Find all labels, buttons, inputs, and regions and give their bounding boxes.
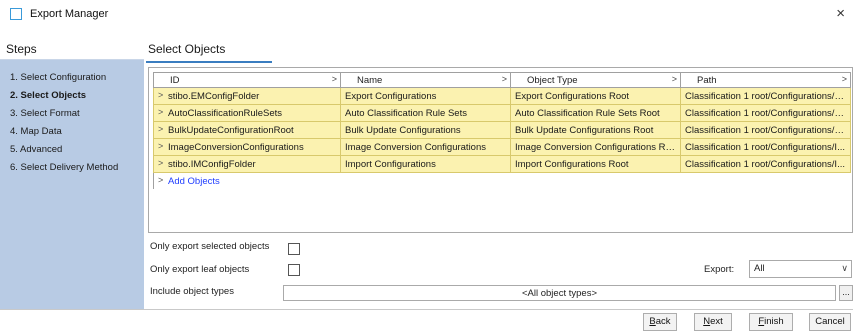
table-header-row: ID > Name > Object Type > Path > bbox=[153, 72, 851, 88]
cell-path: Classification 1 root/Configurations/I..… bbox=[680, 138, 851, 156]
column-header-path-label: Path bbox=[697, 74, 717, 86]
cell-object-type: Auto Classification Rule Sets Root bbox=[510, 104, 681, 122]
objects-table-panel: ID > Name > Object Type > Path > > stibo.EMCo… bbox=[148, 67, 853, 233]
expand-icon[interactable]: > bbox=[158, 107, 163, 117]
cell-id: > stibo.IMConfigFolder bbox=[153, 155, 341, 173]
step-map-data[interactable]: 4. Map Data bbox=[10, 126, 62, 137]
back-label: ack bbox=[655, 316, 671, 327]
footer-divider bbox=[0, 309, 853, 310]
cell-object-type: Image Conversion Configurations Root bbox=[510, 138, 681, 156]
column-header-name[interactable]: Name > bbox=[340, 72, 511, 88]
export-select[interactable]: All ∨ bbox=[749, 260, 852, 278]
column-header-id[interactable]: ID > bbox=[153, 72, 341, 88]
cell-id-text: AutoClassificationRuleSets bbox=[168, 107, 283, 119]
step-select-format[interactable]: 3. Select Format bbox=[10, 108, 80, 119]
cell-object-type: Bulk Update Configurations Root bbox=[510, 121, 681, 139]
close-icon[interactable]: × bbox=[836, 5, 845, 22]
cell-id: > AutoClassificationRuleSets bbox=[153, 104, 341, 122]
cell-id: > ImageConversionConfigurations bbox=[153, 138, 341, 156]
column-header-id-label: ID bbox=[170, 74, 180, 86]
back-button[interactable]: Back bbox=[643, 313, 677, 331]
column-sort-icon: > bbox=[671, 74, 677, 84]
finish-label: inish bbox=[764, 316, 784, 327]
finish-button[interactable]: Finish bbox=[749, 313, 793, 331]
expand-icon[interactable]: > bbox=[158, 124, 163, 134]
step-advanced[interactable]: 5. Advanced bbox=[10, 144, 62, 155]
column-sort-icon: > bbox=[331, 74, 337, 84]
cancel-button[interactable]: Cancel bbox=[809, 313, 851, 331]
cell-path: Classification 1 root/Configurations/I..… bbox=[680, 155, 851, 173]
cell-path: Classification 1 root/Configurations/B..… bbox=[680, 121, 851, 139]
expand-icon[interactable]: > bbox=[158, 90, 163, 100]
only-leaf-checkbox[interactable] bbox=[288, 264, 300, 276]
cell-id-text: ImageConversionConfigurations bbox=[168, 141, 304, 153]
cell-path: Classification 1 root/Configurations/A..… bbox=[680, 104, 851, 122]
cell-id-text: stibo.IMConfigFolder bbox=[168, 158, 256, 170]
chevron-down-icon: ∨ bbox=[841, 263, 848, 273]
step-select-configuration[interactable]: 1. Select Configuration bbox=[10, 72, 106, 83]
steps-panel: 1. Select Configuration 2. Select Object… bbox=[0, 60, 144, 310]
window-title: Export Manager bbox=[30, 8, 109, 20]
next-label: ext bbox=[710, 316, 723, 327]
column-header-name-label: Name bbox=[357, 74, 383, 86]
add-objects-cell: > Add Objects bbox=[153, 172, 851, 189]
export-label: Export: bbox=[704, 264, 735, 275]
table-row[interactable]: > BulkUpdateConfigurationRoot Bulk Update… bbox=[153, 121, 851, 139]
table-row[interactable]: > stibo.IMConfigFolder Import Configurati… bbox=[153, 155, 851, 173]
app-window-icon bbox=[10, 8, 22, 20]
cell-id-text: BulkUpdateConfigurationRoot bbox=[168, 124, 294, 136]
include-types-field[interactable]: <All object types> bbox=[283, 285, 836, 301]
step-select-objects[interactable]: 2. Select Objects bbox=[10, 90, 86, 101]
cell-name: Auto Classification Rule Sets bbox=[340, 104, 511, 122]
only-selected-label: Only export selected objects bbox=[150, 241, 270, 252]
table-row[interactable]: > ImageConversionConfigurations Image Con… bbox=[153, 138, 851, 156]
column-header-object-type-label: Object Type bbox=[527, 74, 578, 86]
cell-name: Image Conversion Configurations bbox=[340, 138, 511, 156]
title-underline bbox=[146, 61, 272, 63]
expand-icon[interactable]: > bbox=[158, 141, 163, 151]
only-leaf-label: Only export leaf objects bbox=[150, 264, 250, 275]
add-objects-row: > Add Objects bbox=[153, 172, 851, 189]
cell-name: Export Configurations bbox=[340, 87, 511, 105]
column-sort-icon: > bbox=[841, 74, 847, 84]
add-objects-link[interactable]: Add Objects bbox=[168, 176, 220, 187]
steps-header: Steps bbox=[0, 41, 144, 60]
cell-path: Classification 1 root/Configurations/E..… bbox=[680, 87, 851, 105]
next-button[interactable]: Next bbox=[694, 313, 732, 331]
cell-object-type: Export Configurations Root bbox=[510, 87, 681, 105]
cell-object-type: Import Configurations Root bbox=[510, 155, 681, 173]
table-row[interactable]: > stibo.EMConfigFolder Export Configurati… bbox=[153, 87, 851, 105]
table-row[interactable]: > AutoClassificationRuleSets Auto Classif… bbox=[153, 104, 851, 122]
include-types-label: Include object types bbox=[150, 286, 234, 297]
expand-icon[interactable]: > bbox=[158, 158, 163, 168]
cell-name: Bulk Update Configurations bbox=[340, 121, 511, 139]
page-title: Select Objects bbox=[148, 42, 226, 56]
export-select-value: All bbox=[754, 263, 765, 274]
expand-icon[interactable]: > bbox=[158, 175, 163, 185]
only-selected-checkbox[interactable] bbox=[288, 243, 300, 255]
cell-id: > BulkUpdateConfigurationRoot bbox=[153, 121, 341, 139]
cell-name: Import Configurations bbox=[340, 155, 511, 173]
steps-header-label: Steps bbox=[6, 42, 37, 56]
column-header-object-type[interactable]: Object Type > bbox=[510, 72, 681, 88]
column-sort-icon: > bbox=[501, 74, 507, 84]
cell-id-text: stibo.EMConfigFolder bbox=[168, 90, 260, 102]
step-select-delivery-method[interactable]: 6. Select Delivery Method bbox=[10, 162, 118, 173]
include-types-value: <All object types> bbox=[522, 288, 597, 299]
title-bar: Export Manager × bbox=[0, 0, 853, 30]
column-header-path[interactable]: Path > bbox=[680, 72, 851, 88]
objects-table: ID > Name > Object Type > Path > > stibo.EMCo… bbox=[153, 72, 851, 189]
browse-types-button[interactable]: ... bbox=[839, 285, 853, 301]
cell-id: > stibo.EMConfigFolder bbox=[153, 87, 341, 105]
